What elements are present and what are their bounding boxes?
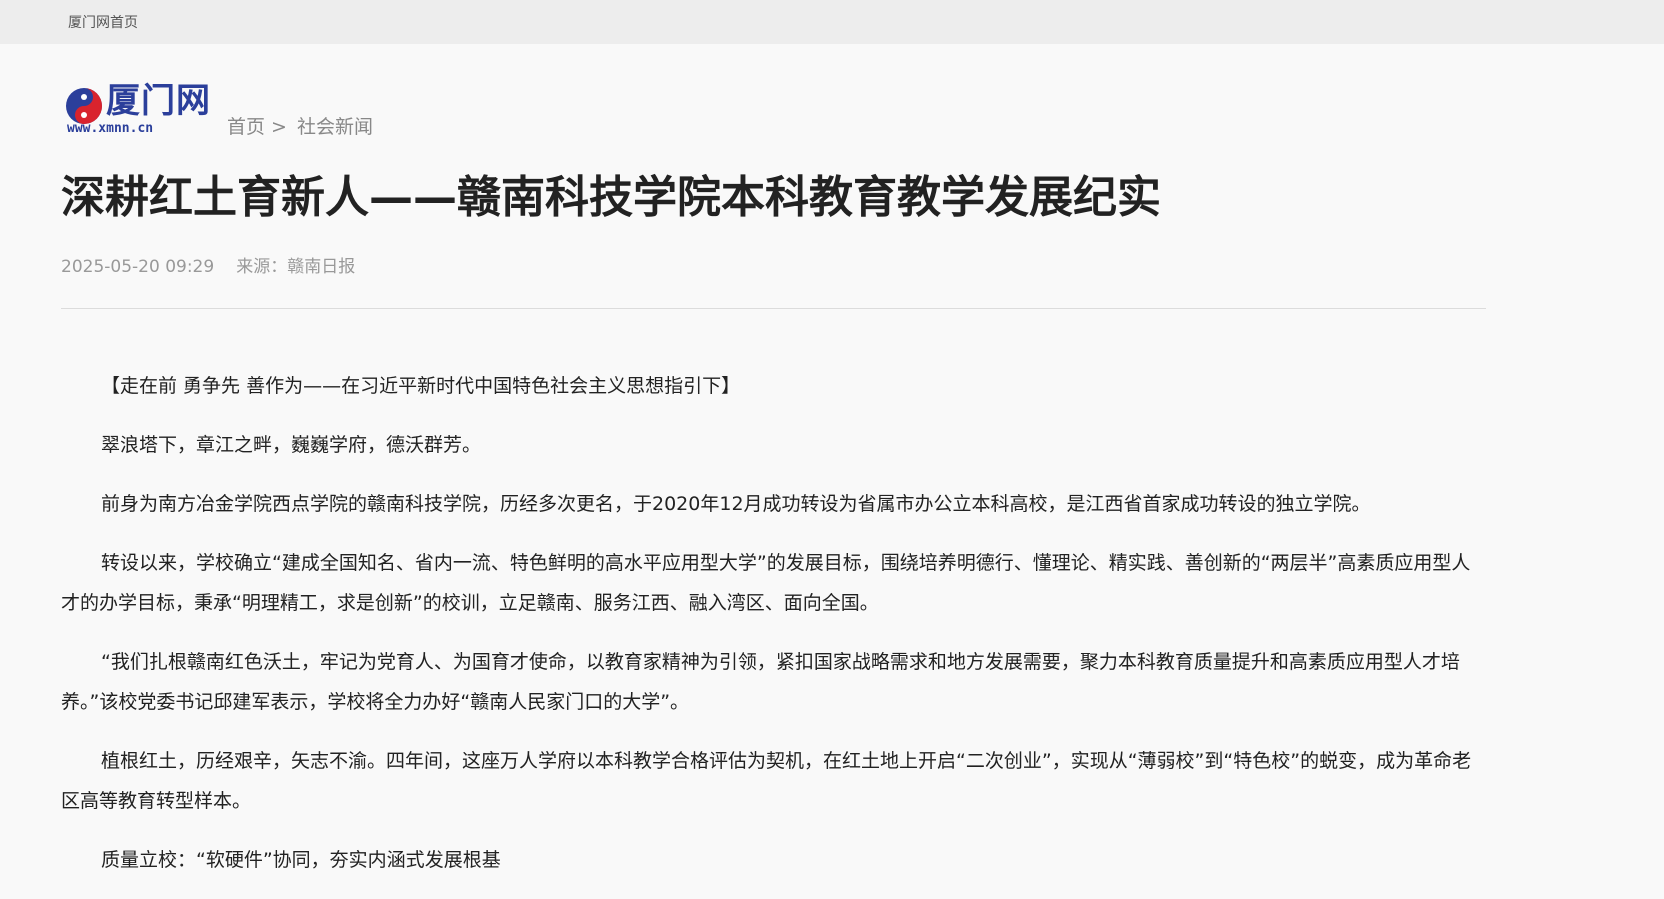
article-paragraph: 翠浪塔下，章江之畔，巍巍学府，德沃群芳。 bbox=[101, 434, 482, 456]
divider bbox=[61, 308, 1486, 309]
article-paragraph: 【走在前 勇争先 善作为——在习近平新时代中国特色社会主义思想指引下】 bbox=[101, 375, 741, 397]
logo-mark-icon bbox=[66, 88, 102, 124]
breadcrumb-section[interactable]: 社会新闻 bbox=[297, 116, 373, 138]
article-body: 【走在前 勇争先 善作为——在习近平新时代中国特色社会主义思想指引下】 翠浪塔下… bbox=[61, 366, 1486, 899]
logo-name: 厦门网 bbox=[106, 81, 211, 121]
home-link[interactable]: 厦门网首页 bbox=[68, 12, 138, 32]
breadcrumb-home[interactable]: 首页 bbox=[227, 116, 265, 138]
article-paragraph: 植根红土，历经艰辛，矢志不渝。四年间，这座万人学府以本科教学合格评估为契机，在红… bbox=[61, 750, 1472, 812]
article-paragraph: 转设以来，学校确立“建成全国知名、省内一流、特色鲜明的高水平应用型大学”的发展目… bbox=[61, 552, 1471, 614]
article-paragraph: “我们扎根赣南红色沃土，牢记为党育人、为国育才使命，以教育家精神为引领，紧扣国家… bbox=[61, 651, 1460, 713]
article-subheading: 质量立校：“软硬件”协同，夯实内涵式发展根基 bbox=[101, 849, 501, 871]
article-paragraph: 前身为南方冶金学院西点学院的赣南科技学院，历经多次更名，于2020年12月成功转… bbox=[101, 493, 1371, 515]
breadcrumb-separator: > bbox=[271, 116, 287, 138]
logo-url: www.xmnn.cn bbox=[67, 121, 154, 136]
breadcrumb: 首页 > 社会新闻 bbox=[227, 112, 373, 139]
article-source: 赣南日报 bbox=[287, 257, 356, 277]
site-logo[interactable]: 厦门网 www.xmnn.cn bbox=[64, 81, 222, 137]
article-title: 深耕红土育新人——赣南科技学院本科教育教学发展纪实 bbox=[61, 172, 1161, 223]
article-meta: 2025-05-20 09:29 来源：赣南日报 bbox=[61, 252, 355, 277]
top-bar: 厦门网首页 bbox=[0, 0, 1664, 44]
article-datetime: 2025-05-20 09:29 bbox=[61, 257, 215, 277]
article-source-label: 来源： bbox=[236, 257, 288, 277]
